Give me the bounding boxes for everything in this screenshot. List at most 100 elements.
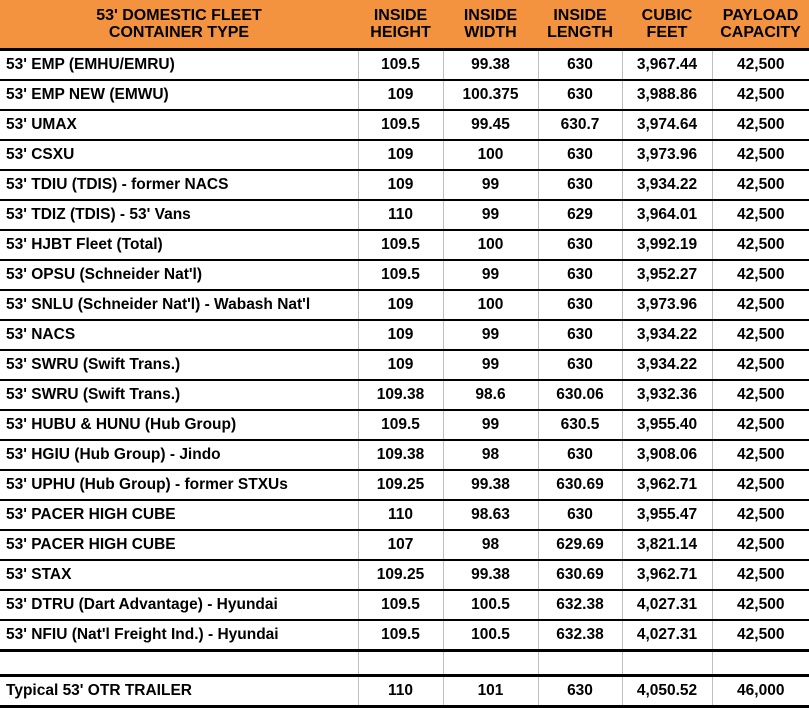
cell-container-type: 53' NACS [0,320,359,351]
header-inside-length-line-2: LENGTH [547,23,613,41]
table-row: 53' TDIZ (TDIS) - 53' Vans 110 99 629 3,964.… [0,200,809,231]
cell-payload-capacity: 42,500 [712,140,809,171]
cell-inside-height: 109 [358,290,444,321]
cell-inside-height [358,650,444,677]
header-inside-height-line-1: INSIDE [373,6,428,24]
header-inside-height-line-2: HEIGHT [370,23,431,41]
cell-container-type: 53' OPSU (Schneider Nat'l) [0,260,359,291]
header-payload-capacity-line-2: CAPACITY [720,23,801,41]
cell-cubic-feet: 3,934.22 [622,350,713,381]
cell-inside-length: 632.38 [538,590,623,621]
cell-inside-width: 99 [443,200,539,231]
table-row: 53' SNLU (Schneider Nat'l) - Wabash Nat'… [0,290,809,321]
cell-inside-width: 100.5 [443,620,539,652]
cell-payload-capacity: 42,500 [712,560,809,591]
cell-inside-length: 630 [538,320,623,351]
table-row: 53' HGIU (Hub Group) - Jindo 109.38 98 630 3… [0,440,809,471]
cell-inside-height: 107 [358,530,444,561]
cell-payload-capacity: 42,500 [712,260,809,291]
cell-inside-height: 110 [358,500,444,531]
cell-payload-capacity: 46,000 [712,675,809,708]
cell-container-type: 53' CSXU [0,140,359,171]
cell-inside-width: 99 [443,260,539,291]
header-inside-width-line-1: INSIDE [463,6,518,24]
cell-payload-capacity: 42,500 [712,200,809,231]
column-header-cubic-feet: CUBIC FEET [622,0,712,51]
cell-cubic-feet: 4,027.31 [622,590,713,621]
cell-inside-height: 109.5 [358,590,444,621]
cell-inside-height: 109.38 [358,440,444,471]
cell-inside-height: 110 [358,200,444,231]
cell-cubic-feet [622,650,713,677]
cell-inside-width: 100.5 [443,590,539,621]
cell-cubic-feet: 3,974.64 [622,110,713,141]
cell-inside-length: 630 [538,170,623,201]
cell-inside-length: 630 [538,440,623,471]
cell-inside-length: 629 [538,200,623,231]
cell-payload-capacity: 42,500 [712,170,809,201]
cell-inside-length: 630.69 [538,560,623,591]
table-row: 53' UPHU (Hub Group) - former STXUs 109.2… [0,470,809,501]
cell-payload-capacity: 42,500 [712,230,809,261]
cell-cubic-feet: 3,962.71 [622,560,713,591]
cell-inside-length: 630 [538,260,623,291]
cell-inside-height: 109.5 [358,260,444,291]
cell-payload-capacity: 42,500 [712,590,809,621]
cell-cubic-feet: 3,821.14 [622,530,713,561]
cell-inside-width: 100 [443,230,539,261]
cell-inside-height: 109.5 [358,410,444,441]
cell-payload-capacity: 42,500 [712,530,809,561]
table-row: 53' SWRU (Swift Trans.) 109.38 98.6 630.06 3… [0,380,809,411]
cell-inside-length: 630.7 [538,110,623,141]
cell-payload-capacity: 42,500 [712,290,809,321]
cell-cubic-feet: 3,908.06 [622,440,713,471]
cell-payload-capacity: 42,500 [712,320,809,351]
cell-payload-capacity: 42,500 [712,110,809,141]
cell-container-type: 53' STAX [0,560,359,591]
cell-inside-height: 109 [358,170,444,201]
cell-payload-capacity: 42,500 [712,49,809,81]
cell-cubic-feet: 3,973.96 [622,140,713,171]
cell-cubic-feet: 3,992.19 [622,230,713,261]
cell-inside-height: 109.5 [358,620,444,652]
cell-inside-width [443,650,539,677]
cell-inside-height: 109.5 [358,230,444,261]
cell-cubic-feet: 3,967.44 [622,49,713,81]
cell-cubic-feet: 4,050.52 [622,675,713,708]
table-row: 53' HUBU & HUNU (Hub Group) 109.5 99 630.5 3… [0,410,809,441]
table-row: 53' NFIU (Nat'l Freight Ind.) - Hyundai 1… [0,620,809,652]
cell-inside-height: 110 [358,675,444,708]
cell-inside-length: 630 [538,500,623,531]
column-header-inside-width: INSIDE WIDTH [443,0,538,51]
table-row: 53' STAX 109.25 99.38 630.69 3,962.71 42,500 [0,560,809,591]
table-spacer-row [0,650,809,677]
cell-cubic-feet: 3,955.47 [622,500,713,531]
cell-inside-length: 630 [538,80,623,111]
cell-inside-length [538,650,623,677]
cell-payload-capacity: 42,500 [712,410,809,441]
cell-container-type: 53' SWRU (Swift Trans.) [0,380,359,411]
table-row: 53' NACS 109 99 630 3,934.22 42,500 [0,320,809,351]
cell-inside-width: 99.38 [443,49,539,81]
domestic-fleet-container-table: 53' DOMESTIC FLEET CONTAINER TYPE INSIDE… [0,0,809,708]
cell-payload-capacity: 42,500 [712,620,809,652]
header-inside-width-line-2: WIDTH [464,23,517,41]
table-row: 53' PACER HIGH CUBE 107 98 629.69 3,821.14 42… [0,530,809,561]
table-row: 53' CSXU 109 100 630 3,973.96 42,500 [0,140,809,171]
cell-inside-height: 109 [358,80,444,111]
cell-payload-capacity: 42,500 [712,470,809,501]
cell-inside-width: 98.6 [443,380,539,411]
header-title-line-2: CONTAINER TYPE [108,23,250,41]
cell-container-type: 53' UPHU (Hub Group) - former STXUs [0,470,359,501]
cell-container-type: 53' TDIU (TDIS) - former NACS [0,170,359,201]
cell-payload-capacity: 42,500 [712,500,809,531]
cell-container-type [0,650,359,677]
cell-inside-width: 98 [443,530,539,561]
cell-inside-width: 98 [443,440,539,471]
cell-inside-length: 630 [538,675,623,708]
cell-container-type: 53' HUBU & HUNU (Hub Group) [0,410,359,441]
cell-cubic-feet: 3,934.22 [622,320,713,351]
table-row: 53' SWRU (Swift Trans.) 109 99 630 3,934.22 4… [0,350,809,381]
cell-inside-width: 98.63 [443,500,539,531]
cell-cubic-feet: 3,932.36 [622,380,713,411]
